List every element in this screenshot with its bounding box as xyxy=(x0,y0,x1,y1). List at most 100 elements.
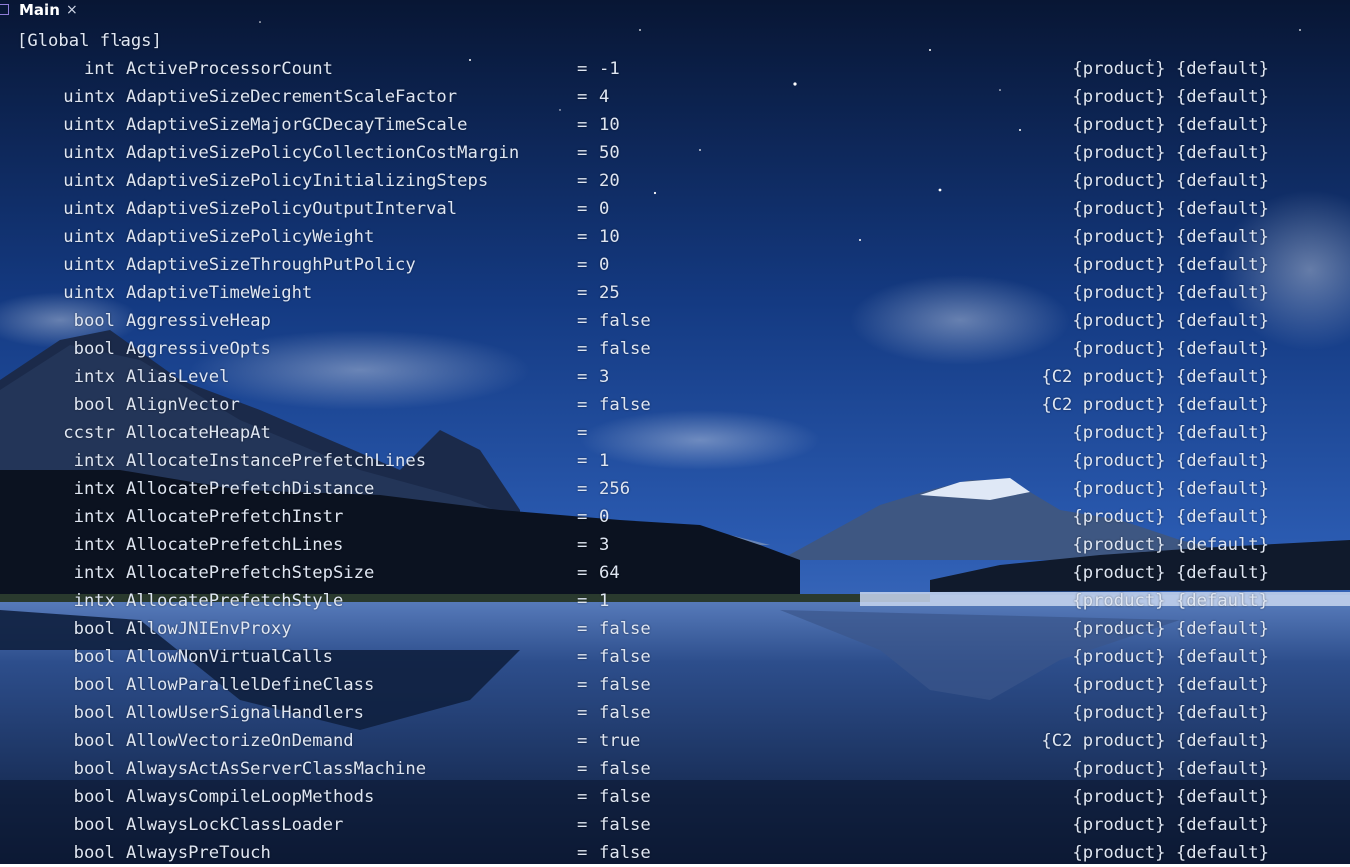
flag-attributes: {product} {default} xyxy=(1072,227,1269,247)
flag-name: AllocatePrefetchLines xyxy=(126,535,344,555)
equals-sign: = xyxy=(577,843,588,863)
flag-value: -1 xyxy=(599,59,620,79)
equals-sign: = xyxy=(577,787,588,807)
flag-type: uintx xyxy=(63,283,115,303)
equals-sign: = xyxy=(577,87,588,107)
flag-name: AllocateHeapAt xyxy=(126,423,271,443)
flag-name: AllowUserSignalHandlers xyxy=(126,703,364,723)
flag-attributes: {product} {default} xyxy=(1072,171,1269,191)
flag-name: AlignVector xyxy=(126,395,240,415)
flag-type: intx xyxy=(73,591,115,611)
flag-value: false xyxy=(599,787,651,807)
flag-type: uintx xyxy=(63,115,115,135)
flag-attributes: {product} {default} xyxy=(1072,759,1269,779)
flag-type: bool xyxy=(73,703,115,723)
equals-sign: = xyxy=(577,115,588,135)
flag-name: AdaptiveSizeDecrementScaleFactor xyxy=(126,87,458,107)
flag-type: uintx xyxy=(63,171,115,191)
equals-sign: = xyxy=(577,759,588,779)
equals-sign: = xyxy=(577,339,588,359)
flag-type: intx xyxy=(73,451,115,471)
flag-value: 10 xyxy=(599,115,620,135)
flag-attributes: {C2 product} {default} xyxy=(1041,731,1269,751)
flag-value: 3 xyxy=(599,535,610,555)
flag-attributes: {product} {default} xyxy=(1072,143,1269,163)
flag-type: bool xyxy=(73,647,115,667)
flag-attributes: {product} {default} xyxy=(1072,619,1269,639)
flag-type: bool xyxy=(73,843,115,863)
flag-value: false xyxy=(599,675,651,695)
flag-name: AdaptiveSizePolicyInitializingSteps xyxy=(126,171,489,191)
flag-value: 0 xyxy=(599,507,610,527)
flag-name: AllowParallelDefineClass xyxy=(126,675,375,695)
flag-type: bool xyxy=(73,815,115,835)
equals-sign: = xyxy=(577,143,588,163)
flag-name: AggressiveOpts xyxy=(126,339,271,359)
flag-attributes: {product} {default} xyxy=(1072,815,1269,835)
flag-type: intx xyxy=(73,479,115,499)
flag-attributes: {product} {default} xyxy=(1072,787,1269,807)
flag-type: bool xyxy=(73,339,115,359)
flag-type: bool xyxy=(73,731,115,751)
flag-type: intx xyxy=(73,563,115,583)
flag-name: AllocatePrefetchDistance xyxy=(126,479,375,499)
equals-sign: = xyxy=(577,255,588,275)
flag-value: false xyxy=(599,647,651,667)
flag-value: 0 xyxy=(599,255,610,275)
flag-name: AdaptiveTimeWeight xyxy=(126,283,313,303)
equals-sign: = xyxy=(577,647,588,667)
flag-name: AdaptiveSizePolicyCollectionCostMargin xyxy=(126,143,520,163)
equals-sign: = xyxy=(577,199,588,219)
flag-value: 50 xyxy=(599,143,620,163)
equals-sign: = xyxy=(577,731,588,751)
flag-name: ActiveProcessorCount xyxy=(126,59,333,79)
flag-value: 20 xyxy=(599,171,620,191)
flag-name: AdaptiveSizePolicyWeight xyxy=(126,227,375,247)
equals-sign: = xyxy=(577,619,588,639)
flag-attributes: {product} {default} xyxy=(1072,255,1269,275)
section-header: [Global flags] xyxy=(17,31,162,51)
terminal-output[interactable]: [Global flags] int ActiveProcessorCount = -… xyxy=(0,0,1350,864)
flag-value: 1 xyxy=(599,591,610,611)
flag-value: false xyxy=(599,703,651,723)
flag-value: 64 xyxy=(599,563,620,583)
flag-attributes: {product} {default} xyxy=(1072,563,1269,583)
flag-type: uintx xyxy=(63,199,115,219)
flag-value: false xyxy=(599,339,651,359)
equals-sign: = xyxy=(577,675,588,695)
flag-value: false xyxy=(599,311,651,331)
flag-value: false xyxy=(599,395,651,415)
flag-type: uintx xyxy=(63,255,115,275)
flag-attributes: {product} {default} xyxy=(1072,647,1269,667)
equals-sign: = xyxy=(577,395,588,415)
flag-name: AggressiveHeap xyxy=(126,311,271,331)
flag-type: int xyxy=(83,59,115,79)
flag-type: bool xyxy=(73,311,115,331)
flag-value: 1 xyxy=(599,451,610,471)
flag-type: intx xyxy=(73,367,115,387)
flag-value: 0 xyxy=(599,199,610,219)
flag-type: uintx xyxy=(63,227,115,247)
flag-attributes: {product} {default} xyxy=(1072,535,1269,555)
equals-sign: = xyxy=(577,283,588,303)
flag-attributes: {product} {default} xyxy=(1072,479,1269,499)
flag-attributes: {product} {default} xyxy=(1072,451,1269,471)
flag-name: AlwaysLockClassLoader xyxy=(126,815,344,835)
flag-type: bool xyxy=(73,395,115,415)
flag-name: AdaptiveSizePolicyOutputInterval xyxy=(126,199,458,219)
equals-sign: = xyxy=(577,59,588,79)
flag-attributes: {product} {default} xyxy=(1072,591,1269,611)
flag-name: AllocateInstancePrefetchLines xyxy=(126,451,427,471)
equals-sign: = xyxy=(577,171,588,191)
flag-type: bool xyxy=(73,787,115,807)
flag-attributes: {product} {default} xyxy=(1072,59,1269,79)
flag-name: AlwaysActAsServerClassMachine xyxy=(126,759,427,779)
flag-value: false xyxy=(599,619,651,639)
equals-sign: = xyxy=(577,227,588,247)
equals-sign: = xyxy=(577,367,588,387)
equals-sign: = xyxy=(577,815,588,835)
flag-type: uintx xyxy=(63,87,115,107)
flag-type: bool xyxy=(73,759,115,779)
flag-value: false xyxy=(599,843,651,863)
flag-value: 10 xyxy=(599,227,620,247)
